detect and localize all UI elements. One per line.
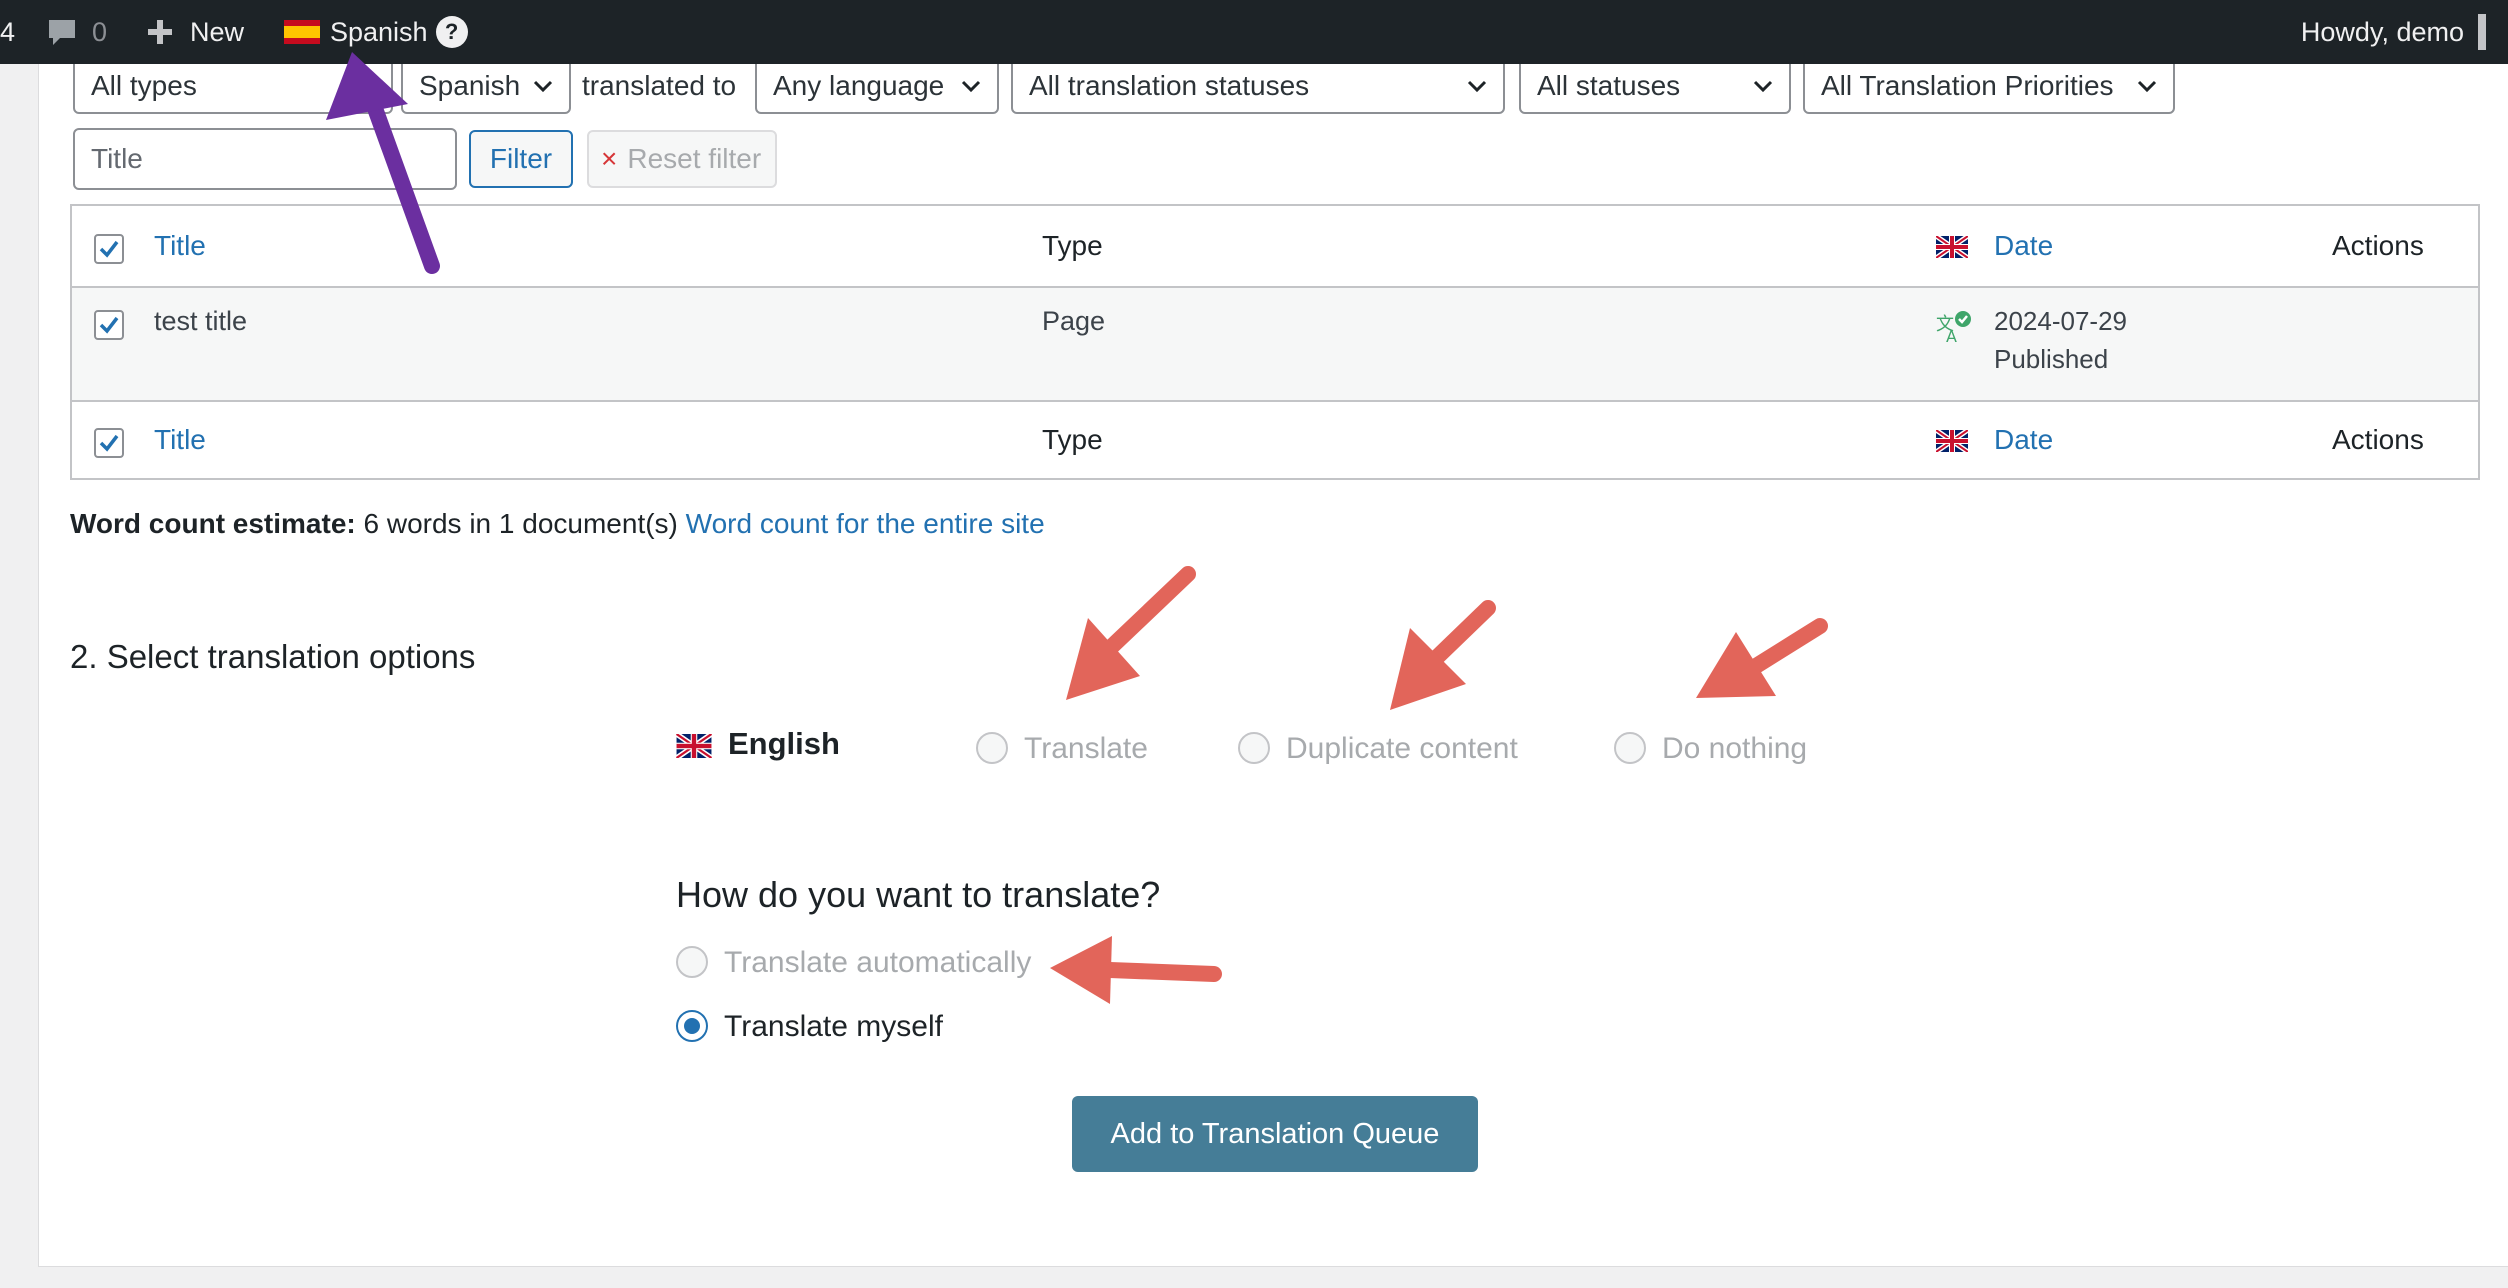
title-search-input[interactable]: Title bbox=[73, 128, 457, 190]
translate-radio[interactable] bbox=[976, 732, 1008, 764]
actions-column-footer: Actions bbox=[2332, 424, 2424, 455]
word-count-line: Word count estimate: 6 words in 1 docume… bbox=[70, 508, 1045, 540]
source-language-select[interactable]: Spanish bbox=[401, 58, 571, 114]
documents-table: Title Type Date Actions test title Page … bbox=[70, 204, 2480, 480]
translate-myself-radio[interactable] bbox=[676, 1010, 708, 1042]
translation-status-icon[interactable]: 文 A bbox=[1936, 310, 1972, 344]
duplicate-content-radio-label: Duplicate content bbox=[1286, 732, 1518, 765]
translate-method-heading: How do you want to translate? bbox=[676, 874, 1161, 915]
do-nothing-radio-label: Do nothing bbox=[1662, 732, 1808, 765]
admin-bar: 4 0 New Spanish ? Howdy, demo bbox=[0, 0, 2508, 64]
new-content-menu[interactable]: New bbox=[146, 0, 244, 64]
row-checkbox[interactable] bbox=[94, 310, 124, 340]
comment-bubble-icon bbox=[49, 20, 75, 45]
admin-bar-counter[interactable]: 4 bbox=[0, 0, 15, 64]
spain-flag-icon bbox=[284, 20, 320, 44]
language-switcher[interactable]: Spanish ? bbox=[284, 0, 468, 64]
avatar bbox=[2478, 14, 2486, 50]
translate-automatically-label: Translate automatically bbox=[724, 946, 1032, 979]
translate-radio-label: Translate bbox=[1024, 732, 1148, 765]
table-footer-row: Title Type Date Actions bbox=[72, 402, 2478, 478]
check-icon bbox=[99, 316, 119, 334]
chevron-down-icon bbox=[2137, 80, 2157, 93]
chevron-down-icon bbox=[1753, 80, 1773, 93]
chevron-down-icon bbox=[961, 80, 981, 93]
type-column-header: Type bbox=[1042, 230, 1103, 261]
duplicate-content-radio[interactable] bbox=[1238, 732, 1270, 764]
type-column-footer: Type bbox=[1042, 424, 1103, 455]
row-date: 2024-07-29 bbox=[1994, 306, 2127, 336]
uk-flag-icon bbox=[1936, 430, 1968, 452]
row-type: Page bbox=[1042, 306, 1106, 336]
comments-menu[interactable]: 0 bbox=[46, 0, 107, 64]
check-icon bbox=[99, 240, 119, 258]
type-filter-select[interactable]: All types bbox=[73, 58, 393, 114]
translation-status-select[interactable]: All translation statuses bbox=[1011, 58, 1505, 114]
svg-text:A: A bbox=[1946, 327, 1957, 344]
howdy-greeting: Howdy, demo bbox=[2300, 16, 2464, 47]
help-icon[interactable]: ? bbox=[435, 16, 468, 48]
title-column-header[interactable]: Title bbox=[154, 230, 206, 262]
translate-automatically-radio[interactable] bbox=[676, 946, 708, 978]
chevron-down-icon bbox=[355, 80, 375, 93]
add-to-translation-queue-button[interactable]: Add to Translation Queue bbox=[1072, 1096, 1478, 1172]
actions-column-header: Actions bbox=[2332, 230, 2424, 261]
table-header-row: Title Type Date Actions bbox=[72, 206, 2478, 288]
status-select[interactable]: All statuses bbox=[1519, 58, 1791, 114]
title-column-footer[interactable]: Title bbox=[154, 424, 206, 456]
target-language-select[interactable]: Any language bbox=[755, 58, 999, 114]
translate-myself-label: Translate myself bbox=[724, 1010, 943, 1043]
select-all-checkbox[interactable] bbox=[94, 234, 124, 264]
uk-flag-icon bbox=[676, 734, 712, 758]
select-all-checkbox-footer[interactable] bbox=[94, 428, 124, 458]
plus-icon bbox=[148, 20, 172, 44]
uk-flag-icon bbox=[1936, 236, 1968, 258]
account-menu[interactable]: Howdy, demo bbox=[2301, 0, 2486, 64]
language-name: English bbox=[728, 726, 840, 761]
language-label: Spanish bbox=[330, 16, 428, 47]
do-nothing-radio[interactable] bbox=[1614, 732, 1646, 764]
row-title[interactable]: test title bbox=[154, 306, 247, 337]
translated-to-label: translated to bbox=[582, 70, 737, 101]
reset-filter-button[interactable]: × Reset filter bbox=[587, 130, 777, 188]
word-count-label: Word count estimate: bbox=[70, 508, 356, 539]
date-column-footer[interactable]: Date bbox=[1994, 424, 2053, 456]
comments-count: 0 bbox=[92, 16, 108, 47]
date-column-header[interactable]: Date bbox=[1994, 230, 2053, 262]
chevron-down-icon bbox=[533, 80, 553, 93]
chevron-down-icon bbox=[1467, 80, 1487, 93]
translation-options-heading: 2. Select translation options bbox=[70, 638, 476, 675]
priority-select[interactable]: All Translation Priorities bbox=[1803, 58, 2175, 114]
close-icon: × bbox=[601, 143, 618, 174]
row-status: Published bbox=[1994, 344, 2109, 374]
word-count-site-link[interactable]: Word count for the entire site bbox=[686, 508, 1045, 539]
word-count-value: 6 words in 1 document(s) bbox=[363, 508, 678, 539]
filter-button[interactable]: Filter bbox=[469, 130, 573, 188]
new-label: New bbox=[190, 16, 245, 47]
table-row: test title Page 文 A 2024-07-29 Published bbox=[72, 288, 2478, 402]
check-icon bbox=[99, 434, 119, 452]
